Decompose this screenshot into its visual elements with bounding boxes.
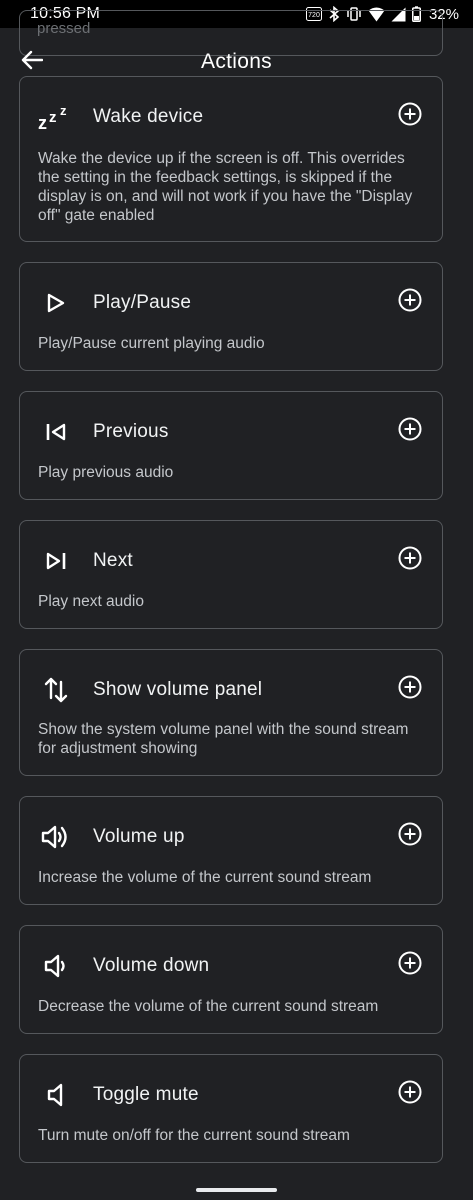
skip-previous-icon	[38, 414, 74, 450]
play-icon	[38, 285, 74, 321]
add-circle-icon	[398, 951, 422, 980]
action-description: Play next audio	[38, 593, 144, 610]
action-title: Next	[93, 550, 133, 571]
action-card-volume-up[interactable]: Volume up Increase the volume of the cur…	[19, 796, 443, 905]
add-button[interactable]	[396, 102, 424, 130]
volume-mute-icon	[38, 1077, 74, 1113]
action-card-previous[interactable]: Previous Play previous audio	[19, 391, 443, 500]
volume-down-icon	[38, 948, 74, 984]
action-title: Toggle mute	[93, 1084, 199, 1105]
add-circle-icon	[398, 417, 422, 446]
action-card-toggle-mute[interactable]: Toggle mute Turn mute on/off for the cur…	[19, 1054, 443, 1163]
action-description: Wake the device up if the screen is off.…	[38, 150, 413, 224]
add-button[interactable]	[396, 822, 424, 850]
page-title: Actions	[201, 50, 272, 73]
action-description: Show the system volume panel with the so…	[38, 721, 409, 757]
svg-text:z: z	[49, 109, 57, 126]
action-title: Previous	[93, 421, 169, 442]
add-circle-icon	[398, 102, 422, 131]
action-card-play-pause[interactable]: Play/Pause Play/Pause current playing au…	[19, 262, 443, 371]
svg-text:z: z	[38, 113, 47, 132]
swap-vertical-icon	[38, 672, 74, 708]
action-title: Volume down	[93, 955, 210, 976]
add-circle-icon	[398, 675, 422, 704]
action-title: Play/Pause	[93, 292, 192, 313]
add-circle-icon	[398, 1080, 422, 1109]
action-title: Wake device	[93, 106, 204, 127]
add-button[interactable]	[396, 546, 424, 574]
add-button[interactable]	[396, 675, 424, 703]
add-button[interactable]	[396, 1080, 424, 1108]
zzz-icon: z z z	[38, 99, 74, 135]
add-circle-icon	[398, 288, 422, 317]
action-title: Show volume panel	[93, 679, 263, 700]
previous-item-text: pressed	[37, 20, 91, 37]
action-description: Decrease the volume of the current sound…	[38, 998, 379, 1015]
add-button[interactable]	[396, 288, 424, 316]
action-description: Play/Pause current playing audio	[38, 335, 265, 352]
add-circle-icon	[398, 822, 422, 851]
volume-up-icon	[38, 819, 74, 855]
add-button[interactable]	[396, 417, 424, 445]
action-card-volume-down[interactable]: Volume down Decrease the volume of the c…	[19, 925, 443, 1034]
add-circle-icon	[398, 546, 422, 575]
add-button[interactable]	[396, 951, 424, 979]
action-card-next[interactable]: Next Play next audio	[19, 520, 443, 629]
action-card-wake-device[interactable]: z z z Wake device Wake the device up if …	[19, 76, 443, 242]
skip-next-icon	[38, 543, 74, 579]
action-title: Volume up	[93, 826, 185, 847]
gesture-navigation-bar[interactable]	[196, 1188, 277, 1192]
action-description: Increase the volume of the current sound…	[38, 869, 372, 886]
action-card-show-volume-panel[interactable]: Show volume panel Show the system volume…	[19, 649, 443, 776]
action-description: Turn mute on/off for the current sound s…	[38, 1127, 350, 1144]
svg-text:z: z	[60, 103, 67, 118]
action-description: Play previous audio	[38, 464, 174, 481]
